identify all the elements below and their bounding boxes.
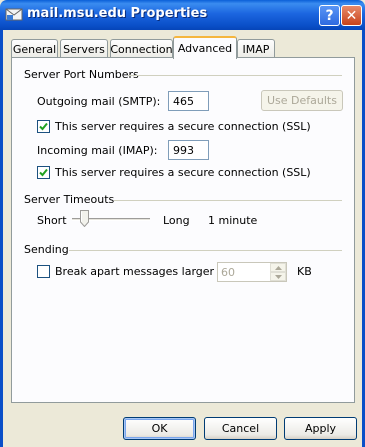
server-timeouts-heading: Server Timeouts (24, 193, 115, 206)
chevron-up-icon (274, 265, 282, 270)
ok-button[interactable]: OK (123, 417, 196, 440)
window-border-left (0, 30, 3, 447)
window-title: mail.msu.edu Properties (27, 6, 208, 21)
tab-label: IMAP (242, 42, 270, 56)
message-size-value: 60 (221, 266, 235, 279)
apply-button[interactable]: Apply (284, 417, 357, 440)
envelope-icon (5, 8, 23, 21)
tab-servers[interactable]: Servers (60, 39, 108, 58)
section-divider (69, 250, 342, 251)
incoming-port-input[interactable]: 993 (168, 140, 209, 160)
spinner-down-button[interactable] (270, 272, 286, 281)
tab-imap[interactable]: IMAP (237, 39, 275, 58)
title-bar[interactable]: mail.msu.edu Properties ? ✕ (0, 0, 365, 30)
close-button[interactable]: ✕ (341, 5, 362, 26)
incoming-mail-label: Incoming mail (IMAP): (37, 144, 158, 157)
break-apart-checkbox[interactable] (37, 265, 50, 278)
section-divider (128, 75, 342, 76)
apply-label: Apply (304, 422, 337, 435)
tab-label: Connection (110, 42, 173, 56)
outgoing-port-value: 465 (173, 95, 194, 108)
cancel-label: Cancel (221, 422, 260, 435)
incoming-ssl-checkbox[interactable] (37, 166, 50, 179)
sending-heading: Sending (24, 243, 69, 256)
use-defaults-label: Use Defaults (267, 94, 337, 107)
outgoing-mail-label: Outgoing mail (SMTP): (37, 95, 161, 108)
checkmark-icon (39, 122, 48, 131)
tab-general[interactable]: General (11, 39, 58, 58)
ok-label: OK (151, 422, 168, 435)
help-icon: ? (325, 7, 334, 24)
tab-label: General (12, 42, 57, 56)
tab-label: Servers (63, 42, 105, 56)
advanced-panel: Server Port Numbers Outgoing mail (SMTP)… (11, 57, 355, 403)
tab-strip: General Servers Connection Advanced IMAP (11, 36, 356, 59)
help-button[interactable]: ? (319, 5, 340, 26)
timeout-short-label: Short (37, 214, 67, 227)
tab-connection[interactable]: Connection (110, 39, 173, 58)
timeout-long-label: Long (163, 214, 190, 227)
outgoing-ssl-checkbox[interactable] (37, 120, 50, 133)
incoming-ssl-label: This server requires a secure connection… (55, 166, 311, 179)
server-ports-heading: Server Port Numbers (24, 68, 139, 81)
spinner-up-button[interactable] (270, 263, 286, 272)
checkmark-icon (39, 168, 48, 177)
message-size-spinner[interactable]: 60 (217, 262, 287, 282)
chevron-down-icon (274, 274, 282, 279)
tab-label: Advanced (177, 42, 233, 55)
outgoing-ssl-label: This server requires a secure connection… (55, 120, 311, 133)
cancel-button[interactable]: Cancel (204, 417, 277, 440)
timeout-slider-thumb[interactable] (80, 210, 90, 227)
break-apart-label: Break apart messages larger than (55, 265, 243, 278)
message-size-unit: KB (297, 265, 312, 278)
tab-advanced[interactable]: Advanced (173, 36, 237, 59)
spinner-buttons (270, 263, 286, 281)
close-icon: ✕ (345, 7, 358, 24)
use-defaults-button[interactable]: Use Defaults (261, 90, 343, 111)
incoming-port-value: 993 (173, 144, 194, 157)
timeout-value: 1 minute (208, 214, 258, 227)
outgoing-port-input[interactable]: 465 (168, 91, 209, 111)
section-divider (114, 200, 342, 201)
